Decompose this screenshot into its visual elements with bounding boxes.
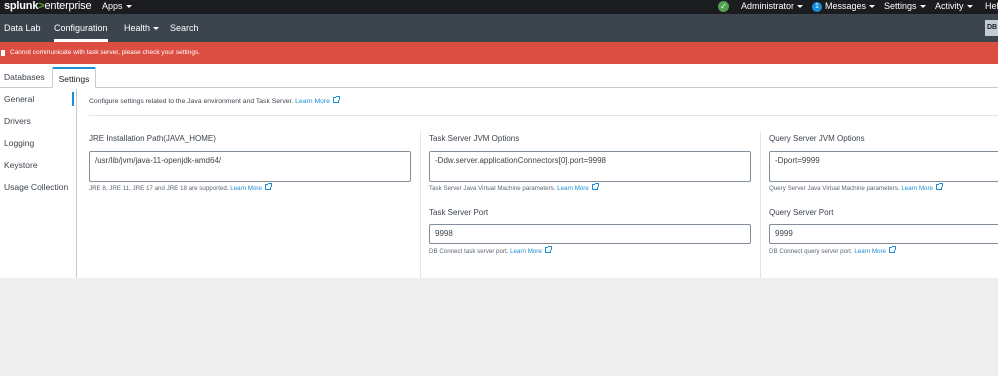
main-panel: Databases Settings General Drivers Loggi… — [0, 64, 998, 278]
external-link-icon — [935, 183, 943, 190]
jre-path-help: JRE 8, JRE 11, JRE 17 and JRE 18 are sup… — [89, 183, 272, 192]
help-label: Help — [985, 1, 998, 11]
query-jvm-learn-more-link[interactable]: Learn More — [901, 185, 933, 192]
sidebar-item-drivers[interactable]: Drivers — [4, 116, 31, 126]
config-tabs: Databases Settings — [0, 64, 998, 88]
messages-count-badge: 1 — [812, 1, 822, 12]
nav-health-label: Health — [124, 23, 151, 33]
messages-label: Messages — [825, 1, 867, 11]
query-port-learn-more-link[interactable]: Learn More — [854, 248, 886, 255]
query-jvm-help: Query Server Java Virtual Machine parame… — [769, 183, 943, 192]
query-port-help-text: DB Connect query server port. — [769, 248, 853, 255]
help-menu[interactable]: Help — [985, 0, 998, 13]
external-link-icon — [888, 246, 896, 253]
nav-data-lab-label: Data Lab — [4, 23, 41, 33]
activity-menu[interactable]: Activity — [935, 0, 973, 13]
external-link-icon — [332, 96, 340, 103]
settings-label: Settings — [884, 1, 917, 11]
nav-search[interactable]: Search — [170, 14, 199, 42]
nav-configuration-label: Configuration — [54, 23, 108, 33]
activity-label: Activity — [935, 1, 964, 11]
jre-path-label: JRE Installation Path(JAVA_HOME) — [89, 134, 216, 143]
task-jvm-input[interactable]: -Ddw.server.applicationConnectors[0].por… — [429, 151, 751, 182]
external-link-icon — [591, 183, 599, 190]
query-port-help: DB Connect query server port. Learn More — [769, 246, 896, 255]
user-menu[interactable]: Administrator — [741, 0, 804, 13]
messages-menu[interactable]: 1 Messages — [812, 0, 876, 13]
task-jvm-help: Task Server Java Virtual Machine paramet… — [429, 183, 599, 192]
sidebar-item-keystore[interactable]: Keystore — [4, 160, 38, 170]
nav-search-label: Search — [170, 23, 199, 33]
settings-menu[interactable]: Settings — [884, 0, 926, 13]
health-ok-icon[interactable]: ✓ — [718, 1, 729, 12]
nav-data-lab[interactable]: Data Lab — [4, 14, 41, 42]
chevron-down-icon — [797, 5, 804, 9]
chevron-down-icon — [153, 27, 160, 31]
tab-databases[interactable]: Databases — [4, 67, 45, 88]
app-nav-bar: Data Lab Configuration Health Search DB — [0, 14, 998, 42]
jre-help-text: JRE 8, JRE 11, JRE 17 and JRE 18 are sup… — [89, 185, 229, 192]
task-port-label: Task Server Port — [429, 208, 489, 217]
page-background — [0, 278, 998, 376]
task-port-input[interactable]: 9998 — [429, 224, 751, 244]
jre-path-input[interactable]: /usr/lib/jvm/java-11-openjdk-amd64/ — [89, 151, 411, 182]
external-link-icon — [544, 246, 552, 253]
intro-text: Configure settings related to the Java e… — [89, 96, 340, 105]
external-link-icon — [264, 183, 272, 190]
query-jvm-help-text: Query Server Java Virtual Machine parame… — [769, 185, 900, 192]
query-jvm-label: Query Server JVM Options — [769, 134, 865, 143]
general-settings: Configure settings related to the Java e… — [78, 89, 998, 278]
intro-learn-more-link[interactable]: Learn More — [295, 98, 330, 105]
settings-sidebar: General Drivers Logging Keystore Usage C… — [0, 89, 77, 278]
task-jvm-label: Task Server JVM Options — [429, 134, 520, 143]
nav-health[interactable]: Health — [124, 14, 160, 42]
logo-brand: splunk — [4, 0, 39, 12]
system-bar: splunk>enterprise Apps ✓ Administrator 1… — [0, 0, 998, 14]
splunk-logo[interactable]: splunk>enterprise — [4, 0, 92, 14]
task-jvm-learn-more-link[interactable]: Learn More — [557, 185, 589, 192]
alert-message: Cannot communicate with task server, ple… — [10, 49, 201, 56]
query-port-label: Query Server Port — [769, 208, 834, 217]
nav-configuration[interactable]: Configuration — [54, 14, 108, 42]
query-port-input[interactable]: 9999 — [769, 224, 998, 244]
apps-label: Apps — [102, 1, 123, 11]
section-divider — [89, 115, 998, 116]
query-jvm-input[interactable]: -Dport=9999 — [769, 151, 998, 182]
sidebar-item-usage-collection[interactable]: Usage Collection — [4, 182, 68, 192]
column-divider — [760, 131, 761, 278]
jre-learn-more-link[interactable]: Learn More — [230, 185, 262, 192]
chevron-down-icon — [125, 5, 132, 9]
error-alert-banner: Cannot communicate with task server, ple… — [0, 42, 998, 64]
logo-product: enterprise — [44, 0, 92, 12]
sidebar-item-general[interactable]: General — [4, 94, 34, 104]
intro-description: Configure settings related to the Java e… — [89, 98, 294, 105]
column-divider — [420, 131, 421, 278]
alert-icon — [1, 50, 5, 56]
tab-settings[interactable]: Settings — [52, 67, 96, 88]
task-port-learn-more-link[interactable]: Learn More — [510, 248, 542, 255]
active-indicator — [72, 92, 74, 106]
chevron-down-icon — [966, 5, 973, 9]
user-label: Administrator — [741, 1, 795, 11]
sidebar-item-logging[interactable]: Logging — [4, 138, 34, 148]
apps-menu[interactable]: Apps — [102, 0, 132, 13]
chevron-down-icon — [919, 5, 926, 9]
task-jvm-help-text: Task Server Java Virtual Machine paramet… — [429, 185, 556, 192]
task-port-help: DB Connect task server port. Learn More — [429, 246, 552, 255]
chevron-down-icon — [869, 5, 876, 9]
app-avatar[interactable]: DB — [985, 20, 998, 36]
task-port-help-text: DB Connect task server port. — [429, 248, 509, 255]
